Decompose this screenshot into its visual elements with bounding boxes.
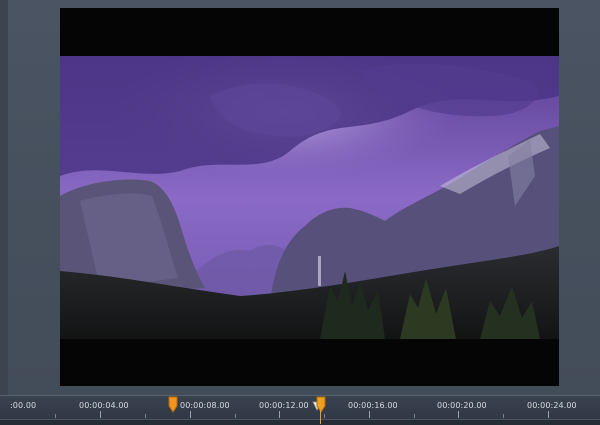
- timeline-ruler[interactable]: :00.00 00:00:04.00 00:00:08.00 00:00:12.…: [0, 395, 600, 425]
- ruler-tick: [55, 414, 56, 418]
- in-point-marker-icon[interactable]: [167, 396, 179, 414]
- ruler-tick: [503, 414, 504, 418]
- ruler-tick: [458, 411, 459, 418]
- ruler-tick: [324, 414, 325, 418]
- time-label-8: 00:00:08.00: [180, 401, 230, 410]
- ruler-tick: [100, 411, 101, 418]
- workspace-left-edge: [0, 0, 8, 395]
- preview-workspace: [0, 0, 600, 395]
- landscape-image: [60, 56, 559, 339]
- ruler-tick: [235, 414, 236, 418]
- time-label-24: 00:00:24.00: [527, 401, 577, 410]
- playhead-line: [320, 406, 321, 424]
- time-label-4: 00:00:04.00: [79, 401, 129, 410]
- ruler-tick: [369, 411, 370, 418]
- playhead-icon[interactable]: [315, 396, 327, 414]
- time-label-12: 00:00:12.00: [259, 401, 309, 410]
- ruler-tick: [279, 411, 280, 418]
- ruler-tick: [548, 411, 549, 418]
- video-frame: [60, 56, 559, 339]
- ruler-tick: [190, 411, 191, 418]
- time-label-20: 00:00:20.00: [437, 401, 487, 410]
- time-label-0: :00.00: [10, 401, 37, 410]
- time-label-16: 00:00:16.00: [348, 401, 398, 410]
- ruler-tick: [414, 414, 415, 418]
- ruler-tick: [145, 414, 146, 418]
- timeline-track[interactable]: [0, 419, 600, 425]
- video-preview-viewer[interactable]: [60, 8, 559, 386]
